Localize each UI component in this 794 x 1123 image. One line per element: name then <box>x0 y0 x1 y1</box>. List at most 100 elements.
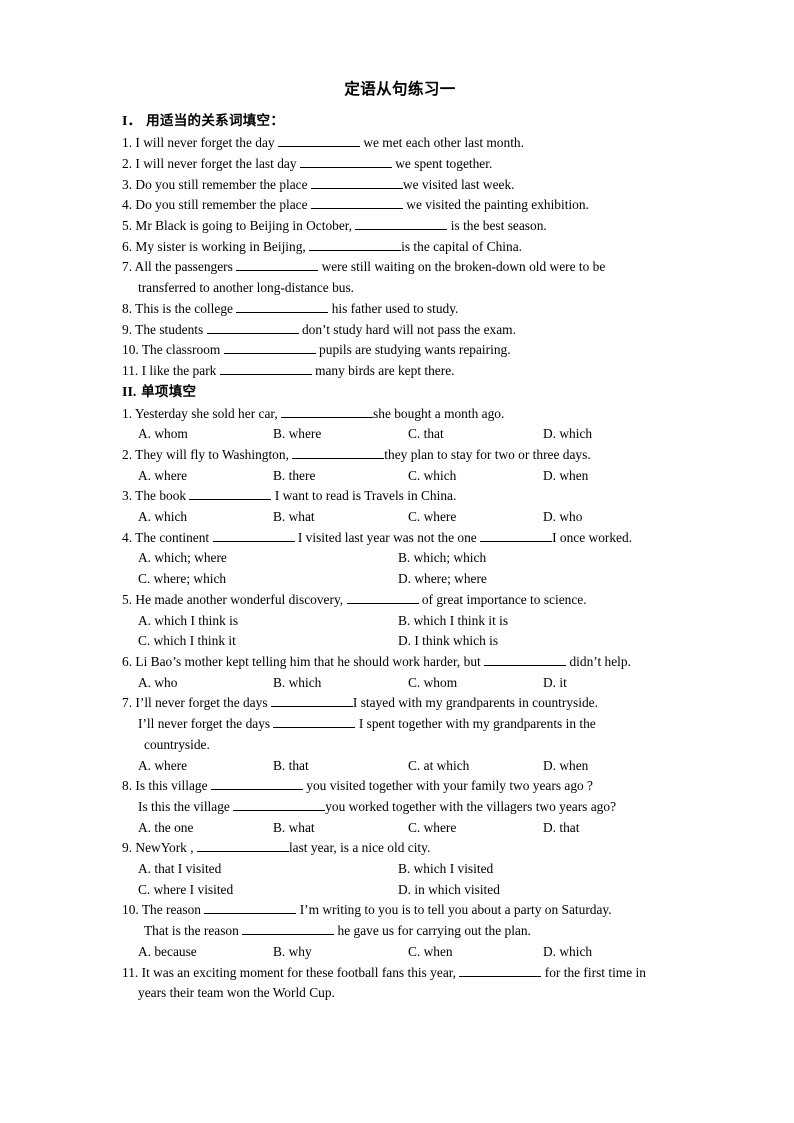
option-row: A. where B. that C. at which D. when <box>122 756 678 777</box>
fill-in-blank[interactable] <box>277 134 360 148</box>
fill-in-blank[interactable] <box>270 694 353 708</box>
option-d[interactable]: D. I think which is <box>381 631 668 652</box>
item-text-post: you visited together with your family tw… <box>306 778 593 794</box>
item-text-post: last year, is a nice old city. <box>288 840 431 856</box>
document-page: 定语从句练习一 I． 用适当的关系词填空： 1. I will never fo… <box>0 0 794 1123</box>
item-number: 6. <box>122 238 133 254</box>
option-b[interactable]: B. which I think it is <box>381 611 668 632</box>
question-item: 4. The continent I visited last year was… <box>122 528 678 549</box>
option-a[interactable]: A. where <box>138 466 273 487</box>
option-a[interactable]: A. which; where <box>138 548 381 569</box>
fill-in-blank[interactable] <box>212 528 295 542</box>
fill-in-blank[interactable] <box>299 155 392 168</box>
option-b[interactable]: B. which I visited <box>381 859 668 880</box>
option-a[interactable]: A. because <box>138 942 273 963</box>
fill-in-blank[interactable] <box>233 798 326 811</box>
subline-text-post: I spent together with my grandparents in… <box>358 716 596 732</box>
option-c[interactable]: C. when <box>408 942 543 963</box>
option-c[interactable]: C. where I visited <box>138 880 381 901</box>
section-number-2: II. <box>122 384 137 400</box>
fill-in-blank[interactable] <box>219 362 312 375</box>
fill-in-blank[interactable] <box>242 922 335 936</box>
item-number: 9. <box>122 840 133 856</box>
option-a[interactable]: A. which I think is <box>138 611 381 632</box>
section-label-1: 用适当的关系词填空： <box>146 113 285 130</box>
fill-in-blank[interactable] <box>309 237 402 251</box>
option-b[interactable]: B. which <box>273 673 408 694</box>
option-b[interactable]: B. what <box>273 507 408 528</box>
fill-in-blank[interactable] <box>196 839 289 853</box>
fill-in-blank[interactable] <box>210 777 303 791</box>
option-d[interactable]: D. when <box>543 466 678 487</box>
item-number: 11. <box>122 964 139 980</box>
item-text-post: I want to read is Travels in China. <box>274 488 457 504</box>
question-item: 7. All the passengers were still waiting… <box>122 257 678 278</box>
option-a[interactable]: A. who <box>138 673 273 694</box>
option-b[interactable]: B. what <box>273 818 408 839</box>
option-a[interactable]: A. that I visited <box>138 859 381 880</box>
question-item: 3. Do you still remember the place we vi… <box>122 175 678 196</box>
item-text-pre: The continent <box>135 529 210 545</box>
option-c[interactable]: C. which I think it <box>138 631 381 652</box>
option-c[interactable]: C. which <box>408 466 543 487</box>
item-number: 4. <box>122 197 133 213</box>
option-d[interactable]: D. which <box>543 942 678 963</box>
option-b[interactable]: B. there <box>273 466 408 487</box>
option-c[interactable]: C. where; which <box>138 569 381 590</box>
question-item: 6. Li Bao’s mother kept telling him that… <box>122 652 678 673</box>
option-d[interactable]: D. when <box>543 756 678 777</box>
section-number-1: I． <box>122 114 142 130</box>
option-b[interactable]: B. that <box>273 756 408 777</box>
option-d[interactable]: D. it <box>543 673 678 694</box>
item-text-pre: Mr Black is going to Beijing in October, <box>135 218 353 234</box>
option-a[interactable]: A. the one <box>138 818 273 839</box>
fill-in-blank[interactable] <box>223 341 316 355</box>
option-d[interactable]: D. where; where <box>381 569 668 590</box>
fill-in-blank-2[interactable] <box>480 528 553 542</box>
fill-in-blank[interactable] <box>459 963 542 977</box>
question-item: 1. Yesterday she sold her car, she bough… <box>122 404 678 425</box>
option-d[interactable]: D. who <box>543 507 678 528</box>
question-item: 2. They will fly to Washington, they pla… <box>122 445 678 466</box>
option-row: A. which B. what C. where D. who <box>122 507 678 528</box>
fill-in-blank[interactable] <box>281 404 374 418</box>
question-item: 7. I’ll never forget the days I stayed w… <box>122 693 678 714</box>
option-c[interactable]: C. at which <box>408 756 543 777</box>
fill-in-blank[interactable] <box>206 320 299 334</box>
fill-in-blank[interactable] <box>484 653 567 666</box>
option-c[interactable]: C. where <box>408 507 543 528</box>
section-2-items: 1. Yesterday she sold her car, she bough… <box>122 404 678 1004</box>
option-c[interactable]: C. where <box>408 818 543 839</box>
fill-in-blank[interactable] <box>273 715 356 729</box>
fill-in-blank[interactable] <box>310 196 403 210</box>
option-c[interactable]: C. whom <box>408 673 543 694</box>
item-number: 2. <box>122 446 133 462</box>
fill-in-blank[interactable] <box>236 258 319 272</box>
item-text-post: I stayed with my grandparents in country… <box>352 695 598 711</box>
item-number: 8. <box>122 300 133 316</box>
option-a[interactable]: A. which <box>138 507 273 528</box>
item-number: 9. <box>122 321 133 337</box>
option-b[interactable]: B. where <box>273 424 408 445</box>
option-b[interactable]: B. why <box>273 942 408 963</box>
item-text-post: for the first time in <box>544 964 646 980</box>
question-continuation: countryside. <box>144 736 210 752</box>
fill-in-blank[interactable] <box>346 591 419 604</box>
option-row: A. which I think is B. which I think it … <box>122 611 678 632</box>
fill-in-blank[interactable] <box>355 217 448 231</box>
fill-in-blank[interactable] <box>310 175 403 189</box>
option-b[interactable]: B. which; which <box>381 548 668 569</box>
fill-in-blank[interactable] <box>292 446 385 459</box>
option-d[interactable]: D. in which visited <box>381 880 668 901</box>
option-c[interactable]: C. that <box>408 424 543 445</box>
fill-in-blank[interactable] <box>236 300 329 313</box>
option-a[interactable]: A. where <box>138 756 273 777</box>
option-a[interactable]: A. whom <box>138 424 273 445</box>
fill-in-blank[interactable] <box>189 487 272 501</box>
option-d[interactable]: D. which <box>543 424 678 445</box>
option-d[interactable]: D. that <box>543 818 678 839</box>
fill-in-blank[interactable] <box>204 901 297 915</box>
item-text-pre: He made another wonderful discovery, <box>135 591 344 607</box>
item-text-post: of great importance to science. <box>421 591 587 607</box>
question-item: 2. I will never forget the last day we s… <box>122 154 678 175</box>
